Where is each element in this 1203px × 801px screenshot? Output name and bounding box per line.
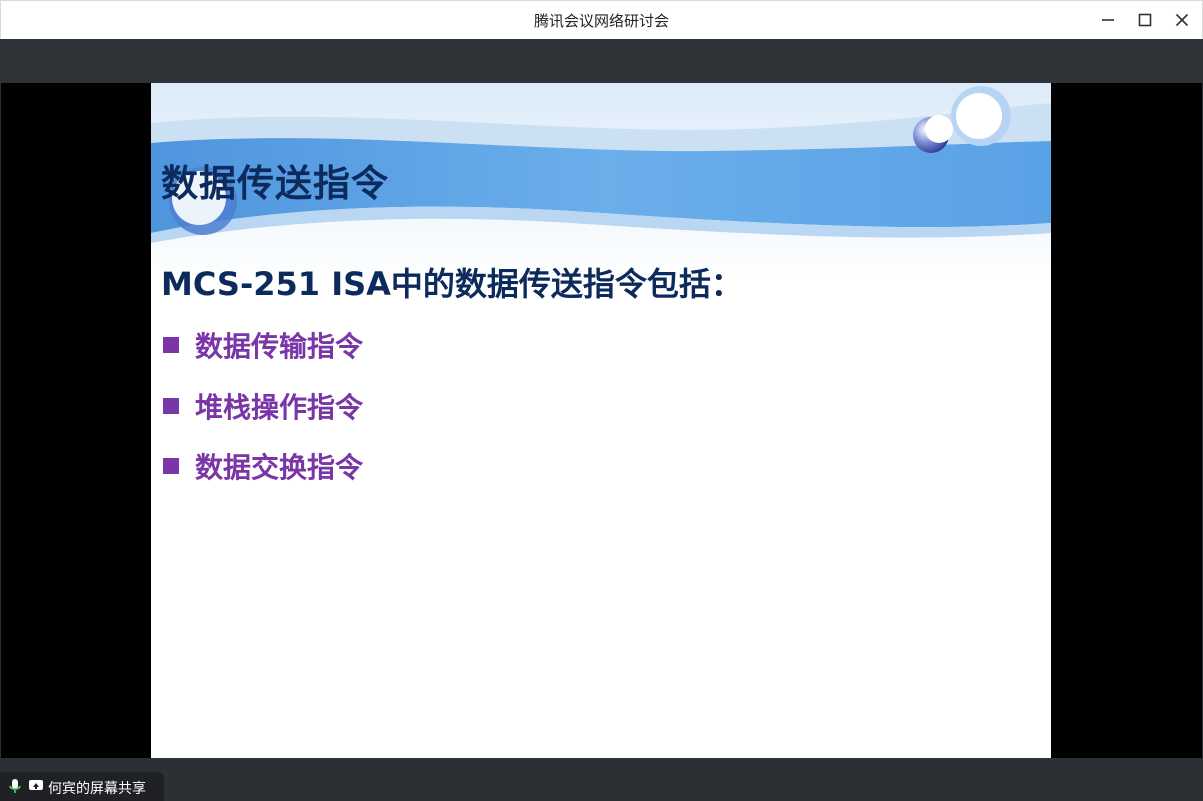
bullet-text: 数据传输指令 (195, 330, 364, 363)
bullet-square-icon (163, 458, 179, 474)
bottom-status-bar: 何宾的屏幕共享 (0, 758, 1203, 801)
window-titlebar: 腾讯会议网络研讨会 (0, 0, 1203, 39)
bullet-square-icon (163, 398, 179, 414)
bullet-text: 数据交换指令 (195, 451, 364, 484)
screen-share-icon (29, 780, 43, 790)
slide-title: 数据传送指令 (161, 162, 389, 205)
maximize-button[interactable] (1132, 8, 1158, 32)
bullet-item: 数据传输指令 (163, 325, 363, 365)
bullet-item: 堆栈操作指令 (163, 386, 363, 426)
screen-share-label: 何宾的屏幕共享 (48, 781, 146, 797)
shared-screen-area: 数据传送指令 MCS-251 ISA中的数据传送指令包括： 数据传输指令 堆栈操… (1, 83, 1202, 758)
meeting-toolbar-strip (0, 39, 1203, 83)
bullet-text: 堆栈操作指令 (195, 391, 364, 424)
close-button[interactable] (1169, 8, 1195, 32)
microphone-icon (9, 779, 21, 793)
minimize-button[interactable] (1095, 8, 1121, 32)
close-icon (1175, 13, 1189, 27)
screen-share-indicator[interactable]: 何宾的屏幕共享 (0, 772, 164, 801)
bullet-square-icon (163, 337, 179, 353)
presentation-slide: 数据传送指令 MCS-251 ISA中的数据传送指令包括： 数据传输指令 堆栈操… (151, 83, 1051, 758)
bullet-item: 数据交换指令 (163, 446, 363, 486)
slide-subtitle: MCS-251 ISA中的数据传送指令包括： (161, 265, 743, 303)
maximize-icon (1138, 13, 1152, 27)
window-title: 腾讯会议网络研讨会 (533, 12, 669, 30)
minimize-icon (1102, 19, 1114, 21)
